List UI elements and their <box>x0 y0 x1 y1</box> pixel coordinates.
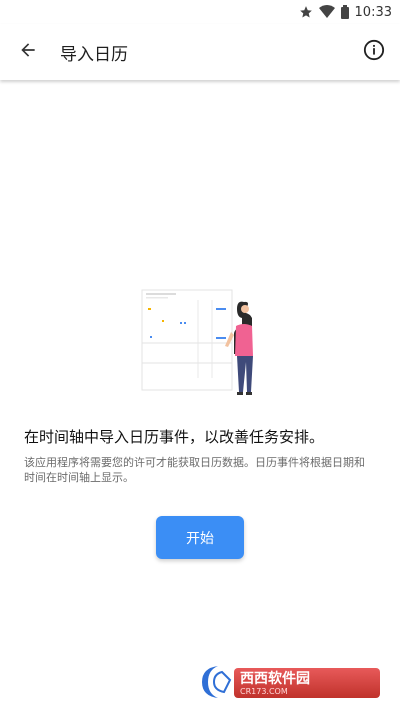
battery-icon <box>340 5 349 19</box>
arrow-back-icon <box>18 40 38 64</box>
page-title: 导入日历 <box>60 44 128 65</box>
watermark-subtext: CR173.COM <box>240 686 288 696</box>
description: 该应用程序将需要您的许可才能获取日历数据。日历事件将根据日期和时间在时间轴上显示… <box>24 456 365 484</box>
headline: 在时间轴中导入日历事件，以改善任务安排。 <box>24 428 325 446</box>
app-bar: 导入日历 <box>0 24 400 80</box>
status-time: 10:33 <box>354 4 392 20</box>
wifi-icon <box>318 5 335 19</box>
info-button[interactable] <box>360 38 388 66</box>
back-button[interactable] <box>0 24 56 80</box>
star-icon <box>299 5 313 19</box>
start-button[interactable]: 开始 <box>156 516 244 559</box>
watermark-badge: 西西软件园 CR173.COM <box>234 668 380 698</box>
watermark-text: 西西软件园 <box>240 670 310 687</box>
calendar-timeline-illustration <box>140 288 265 400</box>
watermark-logo: 西西软件园 CR173.COM <box>198 662 384 702</box>
status-bar: 10:33 <box>0 0 400 24</box>
info-icon <box>363 39 385 65</box>
